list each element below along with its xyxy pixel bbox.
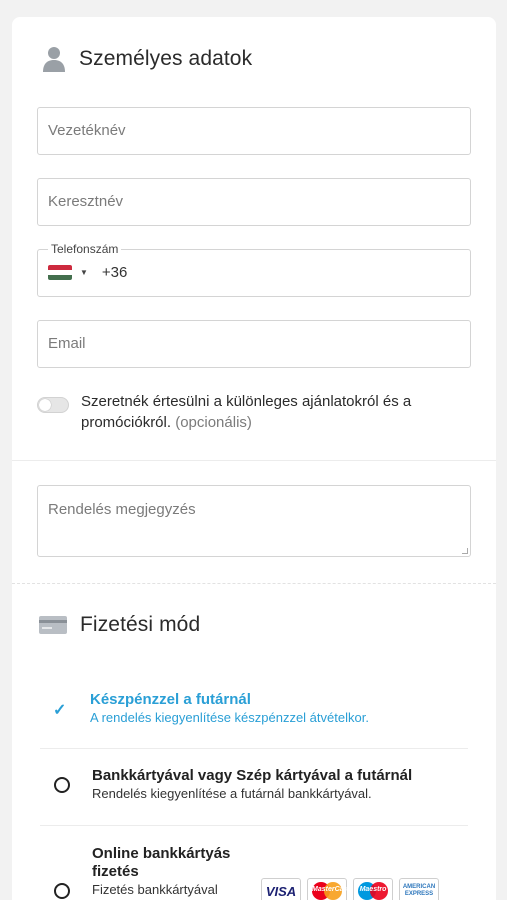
personal-section-title: Személyes adatok (79, 47, 253, 70)
card-logos: VISA MasterCard Maestro AMERICAN EXPRESS (261, 878, 439, 900)
payment-option-description: A rendelés kiegyenlítése készpénzzel átv… (90, 710, 369, 725)
order-note-placeholder: Rendelés megjegyzés (48, 501, 196, 518)
phone-row: ▼ +36 (48, 264, 127, 281)
payment-option-title: Készpénzzel a futárnál (90, 691, 251, 708)
section-divider (12, 460, 496, 461)
visa-logo-icon: VISA (261, 878, 301, 900)
payment-option-title: Bankkártyával vagy Szép kártyával a futá… (92, 767, 413, 784)
first-name-field[interactable]: Keresztnév (37, 178, 471, 226)
promo-opt-in-toggle[interactable] (37, 397, 69, 413)
credit-card-icon (39, 615, 67, 635)
payment-section-header: Fizetési mód (39, 613, 200, 637)
payment-option-description: Fizetés bankkártyával (92, 882, 218, 897)
personal-section-header: Személyes adatok (42, 45, 252, 73)
first-name-placeholder: Keresztnév (48, 193, 124, 210)
hungary-flag-icon (48, 265, 72, 280)
last-name-field[interactable]: Vezetéknév (37, 107, 471, 155)
phone-label: Telefonszám (48, 242, 122, 256)
payment-option-description: Rendelés kiegyenlítése a futárnál bankká… (92, 786, 372, 801)
payment-option-cash[interactable]: Készpénzzel a futárnál A rendelés kiegye… (90, 691, 470, 727)
checkout-card: Személyes adatok Vezetéknév Keresztnév T… (12, 17, 496, 900)
email-field[interactable]: Email (37, 320, 471, 368)
order-note-textarea[interactable]: Rendelés megjegyzés (37, 485, 471, 557)
opt-in-optional: (opcionális) (175, 414, 252, 431)
chevron-down-icon: ▼ (80, 268, 88, 277)
payment-option-title: Online bankkártyás fizetés (92, 845, 231, 880)
country-selector[interactable]: ▼ (48, 265, 88, 280)
radio-button[interactable] (54, 777, 70, 793)
phone-prefix: +36 (101, 264, 128, 281)
last-name-placeholder: Vezetéknév (48, 122, 126, 139)
payment-option-online-card[interactable]: Online bankkártyás fizetés Fizetés bankk… (92, 845, 242, 899)
user-icon (42, 45, 66, 73)
option-divider (40, 748, 468, 749)
checkmark-icon: ✓ (53, 702, 67, 719)
promo-opt-in-label[interactable]: Szeretnék értesülni a különleges ajánlat… (81, 391, 471, 433)
radio-button[interactable] (54, 883, 70, 899)
phone-field[interactable]: Telefonszám ▼ +36 (37, 242, 471, 297)
toggle-knob (39, 399, 51, 411)
payment-option-card-on-delivery[interactable]: Bankkártyával vagy Szép kártyával a futá… (92, 767, 472, 803)
amex-logo-icon: AMERICAN EXPRESS (399, 878, 439, 900)
maestro-logo-icon: Maestro (353, 878, 393, 900)
section-divider (12, 583, 496, 584)
option-divider (40, 825, 468, 826)
mastercard-logo-icon: MasterCard (307, 878, 351, 900)
payment-section-title: Fizetési mód (80, 613, 201, 636)
resize-handle-icon[interactable] (462, 548, 468, 554)
email-placeholder: Email (48, 335, 86, 352)
